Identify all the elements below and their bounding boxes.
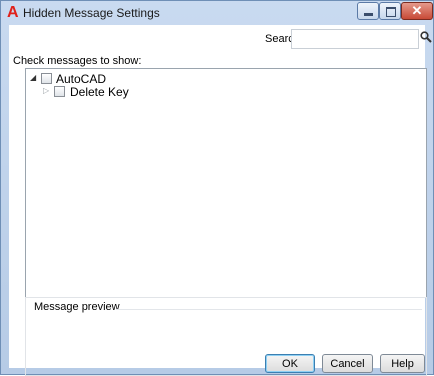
title-bar[interactable]: A Hidden Message Settings ✕ [1,1,433,25]
minimize-icon [364,13,373,16]
collapsed-arrow-icon[interactable]: ▷ [43,86,49,95]
tree-node-label: AutoCAD [56,72,107,86]
dialog-body: Search: Check messages to show: ◢ AutoCA… [9,25,432,376]
tree-node-autocad[interactable]: ◢ AutoCAD [28,72,228,86]
expanded-arrow-icon[interactable]: ◢ [30,73,36,82]
dialog-window: A Hidden Message Settings ✕ Search: Chec… [0,0,434,376]
group-divider [116,309,422,310]
ok-button[interactable]: OK [265,354,315,373]
maximize-icon [386,7,396,17]
cancel-button[interactable]: Cancel [322,354,373,373]
close-button[interactable]: ✕ [401,2,433,20]
search-input[interactable] [291,29,419,49]
tree-node-delete-key[interactable]: ▷ Delete Key [28,85,228,99]
autocad-checkbox[interactable] [41,73,52,84]
maximize-button[interactable] [379,2,401,20]
message-tree[interactable]: ◢ AutoCAD ▷ Delete Key [25,68,427,298]
tree-node-label: Delete Key [70,85,129,99]
message-preview-label: Message preview [32,301,122,313]
button-bar: OK Cancel Help [9,353,425,373]
autocad-logo-icon: A [7,4,19,21]
minimize-button[interactable] [357,2,379,20]
help-button[interactable]: Help [380,354,425,373]
window-title: Hidden Message Settings [23,6,160,20]
close-icon: ✕ [411,3,423,18]
search-icon[interactable] [420,31,432,43]
delete-key-checkbox[interactable] [54,86,65,97]
tree-heading: Check messages to show: [13,55,142,67]
